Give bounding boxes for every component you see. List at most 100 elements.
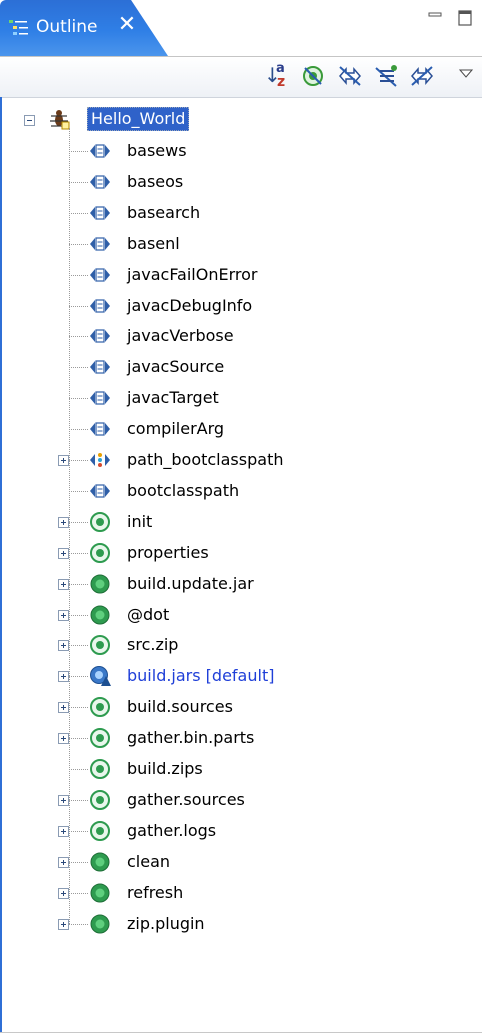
tree-branch-line	[69, 274, 88, 276]
expand-icon[interactable]	[58, 640, 69, 652]
tree-row-target[interactable]: refresh	[0, 878, 482, 909]
tree-row-property[interactable]: baseos	[0, 167, 482, 198]
tree-branch-line	[69, 243, 88, 245]
tree-row-target[interactable]: @dot	[0, 600, 482, 631]
public-target-icon	[90, 914, 110, 933]
maximize-icon[interactable]	[456, 8, 474, 26]
tree-item-label: zip.plugin	[127, 913, 205, 933]
tree-branch-line	[69, 151, 88, 152]
path-icon	[90, 453, 110, 467]
tree-row-target[interactable]: build.update.jar	[0, 569, 482, 600]
tree-item-label: @dot	[127, 604, 170, 624]
tree-row-target[interactable]: build.sources	[0, 692, 482, 723]
tree-row-target[interactable]: build.jars [default]	[0, 661, 482, 692]
public-target-icon	[90, 605, 110, 624]
tree-item-label: baseos	[127, 171, 184, 191]
tree-row-property[interactable]: javacSource	[0, 352, 482, 383]
tree-branch-line	[69, 305, 88, 307]
tree-branch-line	[69, 398, 88, 400]
tree-row-property[interactable]: basenl	[0, 229, 482, 260]
tree-branch-line	[69, 645, 88, 647]
tree-item-label: javacDebugInfo	[127, 295, 253, 315]
property-icon	[90, 484, 110, 498]
expand-icon[interactable]	[58, 702, 69, 714]
tree-branch-line	[69, 583, 88, 585]
expand-icon[interactable]	[58, 856, 69, 868]
tree-row-target[interactable]: src.zip	[0, 630, 482, 661]
expand-icon[interactable]	[58, 825, 69, 837]
tree-branch-line	[69, 830, 88, 832]
public-target-icon	[90, 574, 110, 594]
property-icon	[90, 144, 110, 158]
tree-row-target[interactable]: gather.sources	[0, 785, 482, 816]
tree-row-property[interactable]: bootclasspath	[0, 476, 482, 507]
target-icon	[90, 635, 110, 656]
expand-icon[interactable]	[58, 455, 69, 466]
expand-icon[interactable]	[58, 609, 69, 621]
expand-icon[interactable]	[58, 547, 69, 559]
tree-row-target[interactable]: gather.logs	[0, 816, 482, 847]
target-icon	[90, 542, 110, 563]
expand-icon[interactable]	[58, 887, 69, 899]
tree-root-row[interactable]: Hello_World	[0, 105, 482, 136]
tree-branch-line	[69, 769, 88, 770]
outline-tab[interactable]: Outline ✕	[0, 0, 168, 56]
tree-branch-line	[69, 181, 88, 183]
tree-row-property[interactable]: javacVerbose	[0, 321, 482, 352]
tree-branch-line	[69, 923, 88, 925]
expand-icon[interactable]	[58, 794, 69, 806]
expand-icon[interactable]	[58, 733, 69, 745]
tree-item-label: gather.sources	[127, 789, 245, 809]
tree-row-property[interactable]: javacDebugInfo	[0, 291, 482, 322]
tree-row-target[interactable]: init	[0, 507, 482, 538]
tree-branch-line	[69, 212, 88, 214]
tree-item-label: src.zip	[127, 635, 179, 655]
tree-branch-line	[69, 892, 88, 894]
hide-nonpublic-icon[interactable]	[372, 62, 400, 90]
tree-item-label: gather.bin.parts	[127, 728, 255, 748]
tree-item-label: javacSource	[127, 357, 225, 377]
hide-local-types-icon[interactable]	[408, 62, 436, 90]
expand-icon[interactable]	[58, 918, 69, 930]
hide-fields-icon[interactable]	[300, 62, 328, 90]
tree-item-label: javacVerbose	[127, 326, 234, 346]
tree-row-property[interactable]: basews	[0, 136, 482, 167]
property-icon	[90, 360, 110, 374]
close-icon[interactable]: ✕	[116, 14, 138, 36]
tree-row-target[interactable]: gather.bin.parts	[0, 723, 482, 754]
tree-row-target[interactable]: build.zips	[0, 754, 482, 785]
tree-item-label: properties	[127, 542, 209, 562]
tree-row-target[interactable]: properties	[0, 538, 482, 569]
tree-row-property[interactable]: basearch	[0, 198, 482, 229]
tree-item-label: clean	[127, 851, 171, 871]
outline-view-icon	[9, 20, 28, 35]
minimize-icon[interactable]	[426, 8, 444, 26]
expand-icon[interactable]	[58, 578, 69, 590]
tree-item-label: javacTarget	[127, 388, 219, 408]
collapse-icon[interactable]	[24, 115, 35, 126]
expand-icon[interactable]	[58, 516, 69, 528]
tree-item-label: gather.logs	[127, 820, 217, 840]
tree-item-label: build.zips	[127, 759, 203, 778]
target-icon	[90, 511, 110, 532]
tree-row-target[interactable]: clean	[0, 847, 482, 878]
tree-item-label: javacFailOnError	[127, 264, 258, 284]
tree-row-property[interactable]: compilerArg	[0, 414, 482, 445]
sort-z-glyph: z	[277, 74, 286, 90]
property-icon	[90, 422, 110, 436]
tree-item-label: build.jars [default]	[127, 666, 275, 686]
expand-icon[interactable]	[58, 671, 69, 683]
tree-row-property[interactable]: javacFailOnError	[0, 260, 482, 291]
outline-tree[interactable]: Hello_World basews baseos basearch basenl ja…	[0, 98, 482, 1033]
tree-row-target[interactable]: zip.plugin	[0, 909, 482, 940]
tree-row-property[interactable]: javacTarget	[0, 383, 482, 414]
sort-icon[interactable]: ↓ a z	[263, 61, 291, 90]
public-target-icon	[90, 883, 110, 903]
tree-item-label: build.sources	[127, 697, 233, 717]
view-menu-icon[interactable]	[459, 67, 473, 81]
tree-item-label: build.update.jar	[127, 573, 254, 593]
tree-row-property[interactable]: path_bootclasspath	[0, 445, 482, 476]
tree-item-label: init	[127, 511, 153, 531]
hide-static-icon[interactable]	[336, 62, 364, 90]
property-icon	[90, 237, 110, 251]
